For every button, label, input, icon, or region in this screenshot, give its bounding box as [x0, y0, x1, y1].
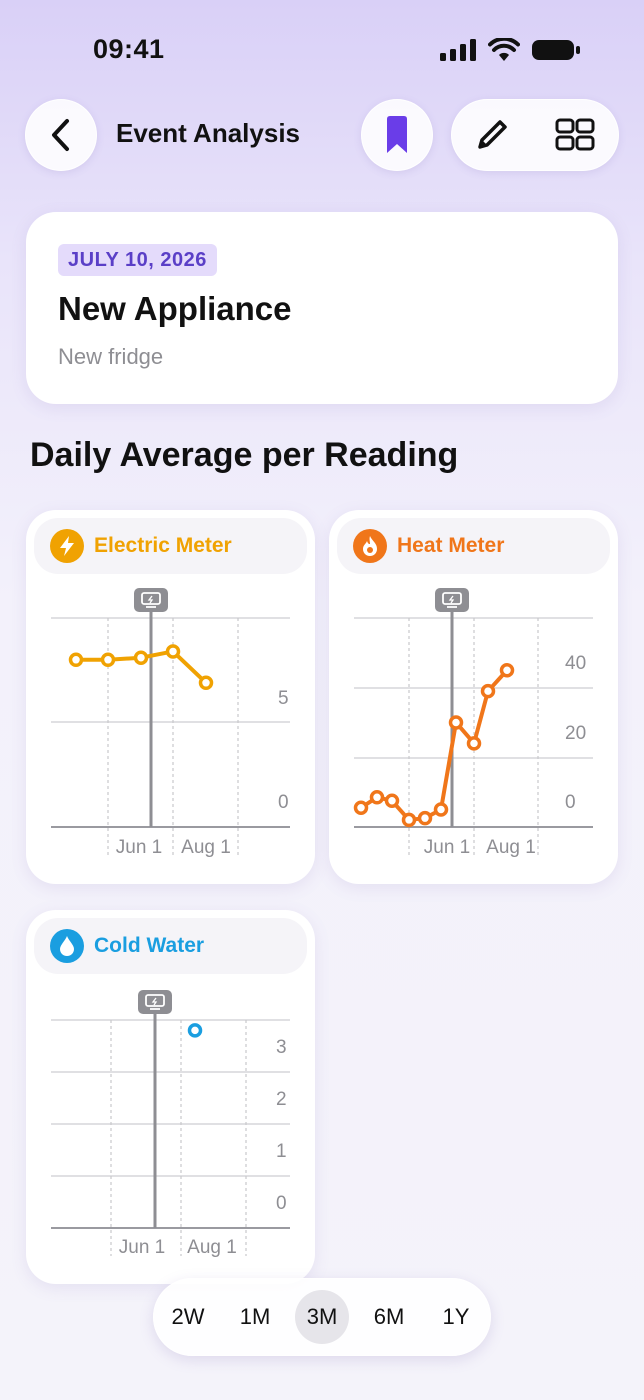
event-marker-icon — [435, 588, 469, 612]
chart-card-heat[interactable]: 40 20 0 Jun 1 Aug 1 Heat Meter — [329, 510, 618, 884]
status-time: 09:41 — [93, 34, 165, 64]
y-tick-label: 0 — [565, 792, 576, 813]
data-point — [499, 663, 515, 678]
grid-icon[interactable] — [555, 118, 595, 152]
range-option-6m[interactable]: 6M — [362, 1290, 416, 1344]
battery-icon — [532, 40, 580, 60]
x-tick-label: Aug 1 — [187, 1237, 237, 1258]
data-point — [187, 1023, 203, 1038]
x-tick-label: Aug 1 — [181, 837, 231, 858]
data-point — [401, 812, 417, 828]
x-tick-label: Jun 1 — [119, 1237, 165, 1258]
data-point — [68, 652, 84, 668]
chart-title: Electric Meter — [94, 534, 232, 557]
event-marker-icon — [138, 990, 172, 1014]
flame-icon — [353, 529, 387, 563]
data-point — [417, 810, 433, 826]
data-point — [100, 652, 116, 668]
range-selector: 2W 1M 3M 6M 1Y — [153, 1278, 491, 1356]
chart-card-water[interactable]: 3 2 1 0 Jun 1 Aug 1 Cold Water — [26, 910, 315, 1284]
droplet-icon — [50, 929, 84, 963]
page-title: Event Analysis — [116, 118, 301, 148]
data-point — [480, 683, 496, 699]
y-tick-label: 40 — [565, 653, 586, 674]
data-point — [466, 736, 482, 751]
back-button[interactable] — [25, 99, 97, 171]
signal-icon — [440, 39, 476, 61]
y-tick-label: 2 — [276, 1089, 287, 1110]
event-date-badge: JULY 10, 2026 — [58, 244, 217, 276]
chevron-left-icon — [52, 119, 69, 151]
data-point — [384, 793, 400, 809]
event-card[interactable]: JULY 10, 2026 New Appliance New fridge — [26, 212, 618, 404]
y-tick-label: 0 — [276, 1193, 287, 1214]
event-title: New Appliance — [58, 290, 292, 327]
pencil-icon[interactable] — [475, 118, 509, 152]
range-option-1m[interactable]: 1M — [228, 1290, 282, 1344]
chart-title: Cold Water — [94, 934, 205, 957]
y-tick-label: 5 — [278, 688, 289, 709]
data-point — [133, 650, 149, 665]
bookmark-icon — [387, 116, 407, 153]
bolt-icon — [50, 529, 84, 563]
wifi-icon — [488, 38, 520, 61]
y-tick-label: 20 — [565, 723, 586, 744]
data-point — [198, 675, 214, 691]
y-tick-label: 1 — [276, 1141, 287, 1162]
x-tick-label: Aug 1 — [486, 837, 536, 858]
data-point — [353, 800, 369, 815]
chart-header-water: Cold Water — [34, 918, 307, 974]
status-bar: 09:41 — [0, 0, 644, 100]
bookmark-button[interactable] — [361, 99, 433, 171]
chart-card-electric[interactable]: 5 0 Jun 1 Aug 1 Electric Meter — [26, 510, 315, 884]
range-option-3m[interactable]: 3M — [295, 1290, 349, 1344]
x-tick-label: Jun 1 — [116, 837, 162, 858]
data-point — [165, 644, 181, 659]
y-tick-label: 3 — [276, 1037, 287, 1058]
data-point — [448, 715, 464, 730]
chart-header-electric: Electric Meter — [34, 518, 307, 574]
x-tick-label: Jun 1 — [424, 837, 470, 858]
data-point — [369, 790, 385, 805]
section-title: Daily Average per Reading — [30, 436, 459, 474]
event-subtitle: New fridge — [58, 344, 164, 369]
toolbar-pill — [451, 99, 619, 171]
range-option-1y[interactable]: 1Y — [429, 1290, 483, 1344]
y-tick-label: 0 — [278, 792, 289, 813]
status-icons — [440, 38, 580, 62]
event-marker-icon — [134, 588, 168, 612]
chart-header-heat: Heat Meter — [337, 518, 610, 574]
range-option-2w[interactable]: 2W — [161, 1290, 215, 1344]
chart-title: Heat Meter — [397, 534, 505, 557]
data-point — [433, 802, 449, 817]
